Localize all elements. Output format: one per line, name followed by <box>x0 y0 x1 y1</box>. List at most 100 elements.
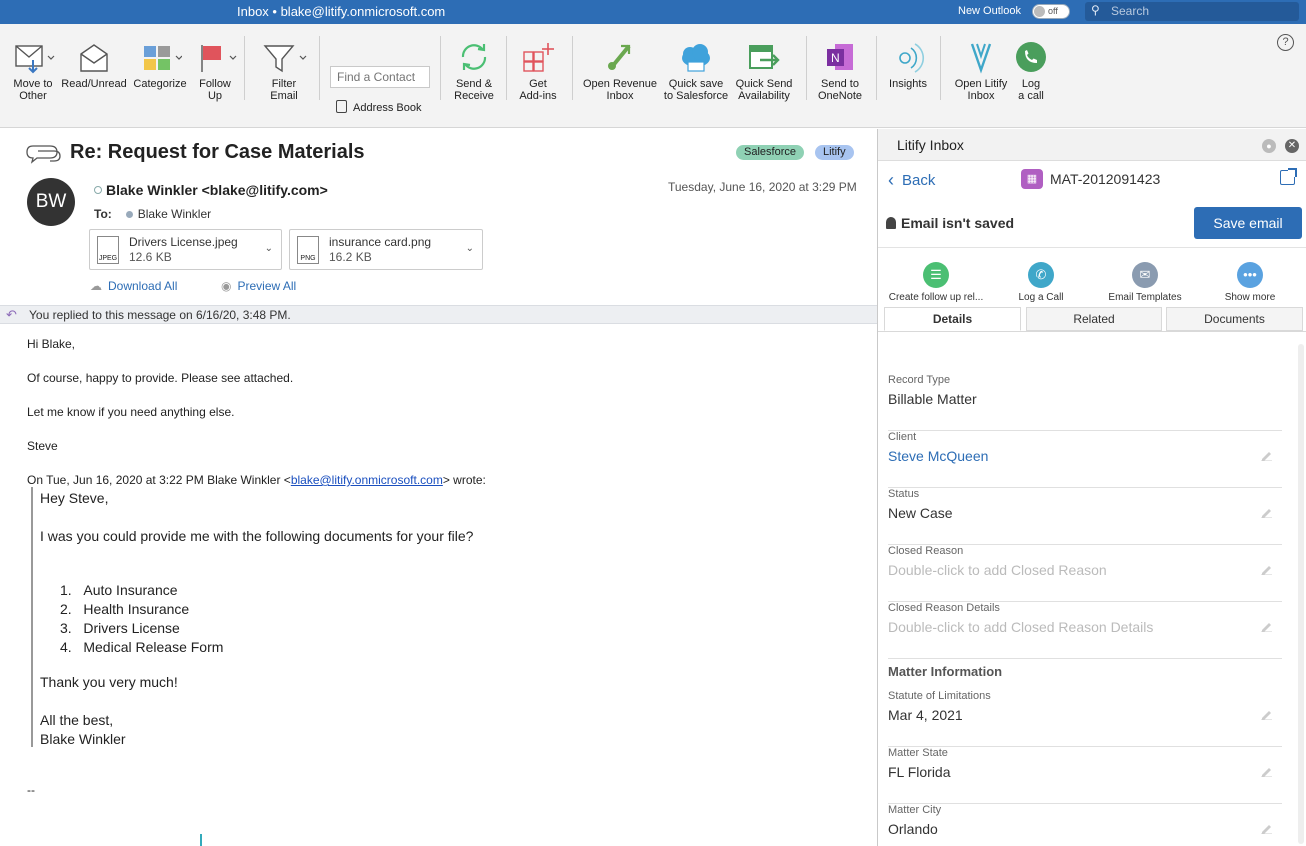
follow-up-button[interactable]: Follow Up <box>192 40 238 102</box>
quick-send-availability-button[interactable]: Quick Send Availability <box>732 40 796 102</box>
pencil-icon[interactable] <box>1260 822 1272 834</box>
open-external-icon[interactable] <box>1280 168 1297 185</box>
field-value: Double-click to add Closed Reason Detail… <box>888 619 1154 635</box>
pencil-icon[interactable] <box>1260 620 1272 632</box>
tag-salesforce[interactable]: Salesforce <box>736 145 804 160</box>
field-value: FL Florida <box>888 764 951 780</box>
preview-all-label: Preview All <box>237 279 297 293</box>
section-matter-information: Matter Information <box>888 664 1003 679</box>
ribbon-separator <box>876 36 877 100</box>
quote-email-link[interactable]: blake@litify.onmicrosoft.com <box>291 473 443 487</box>
field-label: Matter City <box>888 804 942 816</box>
download-all-label: Download All <box>108 279 178 293</box>
replied-notice: ↶ You replied to this message on 6/16/20,… <box>0 305 877 324</box>
pin-icon[interactable]: ● <box>1262 139 1276 153</box>
preview-all-link[interactable]: ◉ Preview All <box>221 279 296 293</box>
field-matter-state[interactable]: Matter State FL Florida <box>888 747 1282 804</box>
new-outlook-toggle[interactable]: off <box>1032 4 1070 19</box>
download-all-link[interactable]: ☁ Download All <box>90 279 177 293</box>
sender[interactable]: Blake Winkler <blake@litify.com> <box>94 182 328 198</box>
text-cursor <box>200 834 202 846</box>
open-litify-inbox-button[interactable]: Open Litify Inbox <box>948 40 1014 102</box>
move-to-other-button[interactable]: Move to Other <box>8 40 58 102</box>
pencil-icon[interactable] <box>1260 449 1272 461</box>
reply-arrow-icon: ↶ <box>6 307 17 322</box>
field-closed-reason-details[interactable]: Closed Reason Details Double-click to add… <box>888 602 1282 659</box>
tag-litify[interactable]: Litify <box>815 145 854 160</box>
field-record-type[interactable]: Record Type Billable Matter <box>888 374 1282 431</box>
detail-tabs: Details Related Documents <box>884 307 1303 331</box>
send-receive-button[interactable]: Send & Receive <box>448 40 500 102</box>
tab-divider <box>878 331 1306 332</box>
chevron-down-icon[interactable]: ⌄ <box>466 243 474 254</box>
field-statute-of-limitations[interactable]: Statute of Limitations Mar 4, 2021 <box>888 690 1282 747</box>
help-icon[interactable]: ? <box>1277 34 1294 51</box>
read-unread-button[interactable]: Read/Unread <box>60 40 128 90</box>
chevron-down-icon[interactable]: ⌄ <box>265 243 273 254</box>
send-to-onenote-button[interactable]: N Send to OneNote <box>812 40 868 102</box>
attachment-drivers-license[interactable]: JPEG Drivers License.jpeg 12.6 KB ⌄ <box>89 229 282 270</box>
email-templates-action[interactable]: ✉ Email Templates <box>1090 262 1200 303</box>
pencil-icon[interactable] <box>1260 563 1272 575</box>
pencil-icon[interactable] <box>1260 506 1272 518</box>
move-label: Move to Other <box>13 78 53 102</box>
calendar-send-icon <box>749 45 780 69</box>
find-contact-input[interactable] <box>330 66 430 88</box>
attachment-name: insurance card.png <box>329 235 432 249</box>
ribbon-separator <box>572 36 573 100</box>
pencil-icon[interactable] <box>1260 708 1272 720</box>
tab-related[interactable]: Related <box>1026 307 1162 331</box>
field-label: Client <box>888 431 917 443</box>
message-date: Tuesday, June 16, 2020 at 3:29 PM <box>668 180 857 194</box>
flag-icon <box>201 45 237 72</box>
insights-button[interactable]: Insights <box>882 40 934 90</box>
search-input[interactable] <box>1111 3 1291 19</box>
log-a-call-button[interactable]: Log a call <box>1012 40 1050 102</box>
quote-header-suffix: > wrote: <box>442 473 486 487</box>
field-value: Mar 4, 2021 <box>888 707 963 723</box>
list-item-text: Drivers License <box>83 620 180 636</box>
ribbon-separator <box>440 36 441 100</box>
back-button[interactable]: ‹ Back <box>888 170 935 191</box>
litify-logo-icon <box>970 43 992 74</box>
field-client[interactable]: Client Steve McQueen <box>888 431 1282 488</box>
pencil-icon[interactable] <box>1260 765 1272 777</box>
title-bar: Inbox • blake@litify.onmicrosoft.com New… <box>0 0 1306 24</box>
quick-send-label: Quick Send Availability <box>735 78 793 102</box>
onenote-icon: N <box>827 44 853 70</box>
tab-documents[interactable]: Documents <box>1166 307 1303 331</box>
address-book-button[interactable]: Address Book <box>336 100 421 114</box>
field-label: Matter State <box>888 747 948 759</box>
quoted-line: I was you could provide me with the foll… <box>40 528 474 544</box>
field-value[interactable]: Steve McQueen <box>888 448 988 464</box>
categorize-label: Categorize <box>133 78 187 90</box>
filter-email-button[interactable]: Filter Email <box>258 40 310 102</box>
field-matter-city[interactable]: Matter City Orlando <box>888 804 1282 846</box>
open-revenue-inbox-button[interactable]: Open Revenue Inbox <box>580 40 660 102</box>
eye-icon: ◉ <box>221 279 232 293</box>
sync-icon <box>461 44 487 70</box>
quote-bar <box>31 487 33 747</box>
categorize-button[interactable]: Categorize <box>130 40 190 90</box>
save-email-button[interactable]: Save email <box>1194 207 1302 239</box>
close-icon[interactable]: ✕ <box>1285 139 1299 153</box>
field-status[interactable]: Status New Case <box>888 488 1282 545</box>
scrollbar[interactable] <box>1298 344 1304 844</box>
body-line: Of course, happy to provide. Please see … <box>27 371 294 385</box>
show-more-action[interactable]: ••• Show more <box>1195 262 1305 303</box>
field-value: Double-click to add Closed Reason <box>888 562 1107 578</box>
save-status-text: Email isn't saved <box>901 215 1015 231</box>
create-follow-up-action[interactable]: ☰ Create follow up rel... <box>881 262 991 303</box>
log-call-action[interactable]: ✆ Log a Call <box>986 262 1096 303</box>
quick-save-salesforce-button[interactable]: Quick save to Salesforce <box>662 40 730 102</box>
matter-id[interactable]: MAT-2012091423 <box>1050 171 1160 187</box>
search-box[interactable]: ⚲ <box>1085 2 1299 21</box>
get-add-ins-button[interactable]: Get Add-ins <box>514 40 562 102</box>
phone-icon <box>1016 42 1046 72</box>
send-receive-label: Send & Receive <box>454 78 494 102</box>
read-unread-label: Read/Unread <box>61 78 127 90</box>
attachment-insurance-card[interactable]: PNG insurance card.png 16.2 KB ⌄ <box>289 229 483 270</box>
tab-details[interactable]: Details <box>884 307 1021 331</box>
field-closed-reason[interactable]: Closed Reason Double-click to add Closed … <box>888 545 1282 602</box>
recipient-name[interactable]: Blake Winkler <box>138 207 211 221</box>
